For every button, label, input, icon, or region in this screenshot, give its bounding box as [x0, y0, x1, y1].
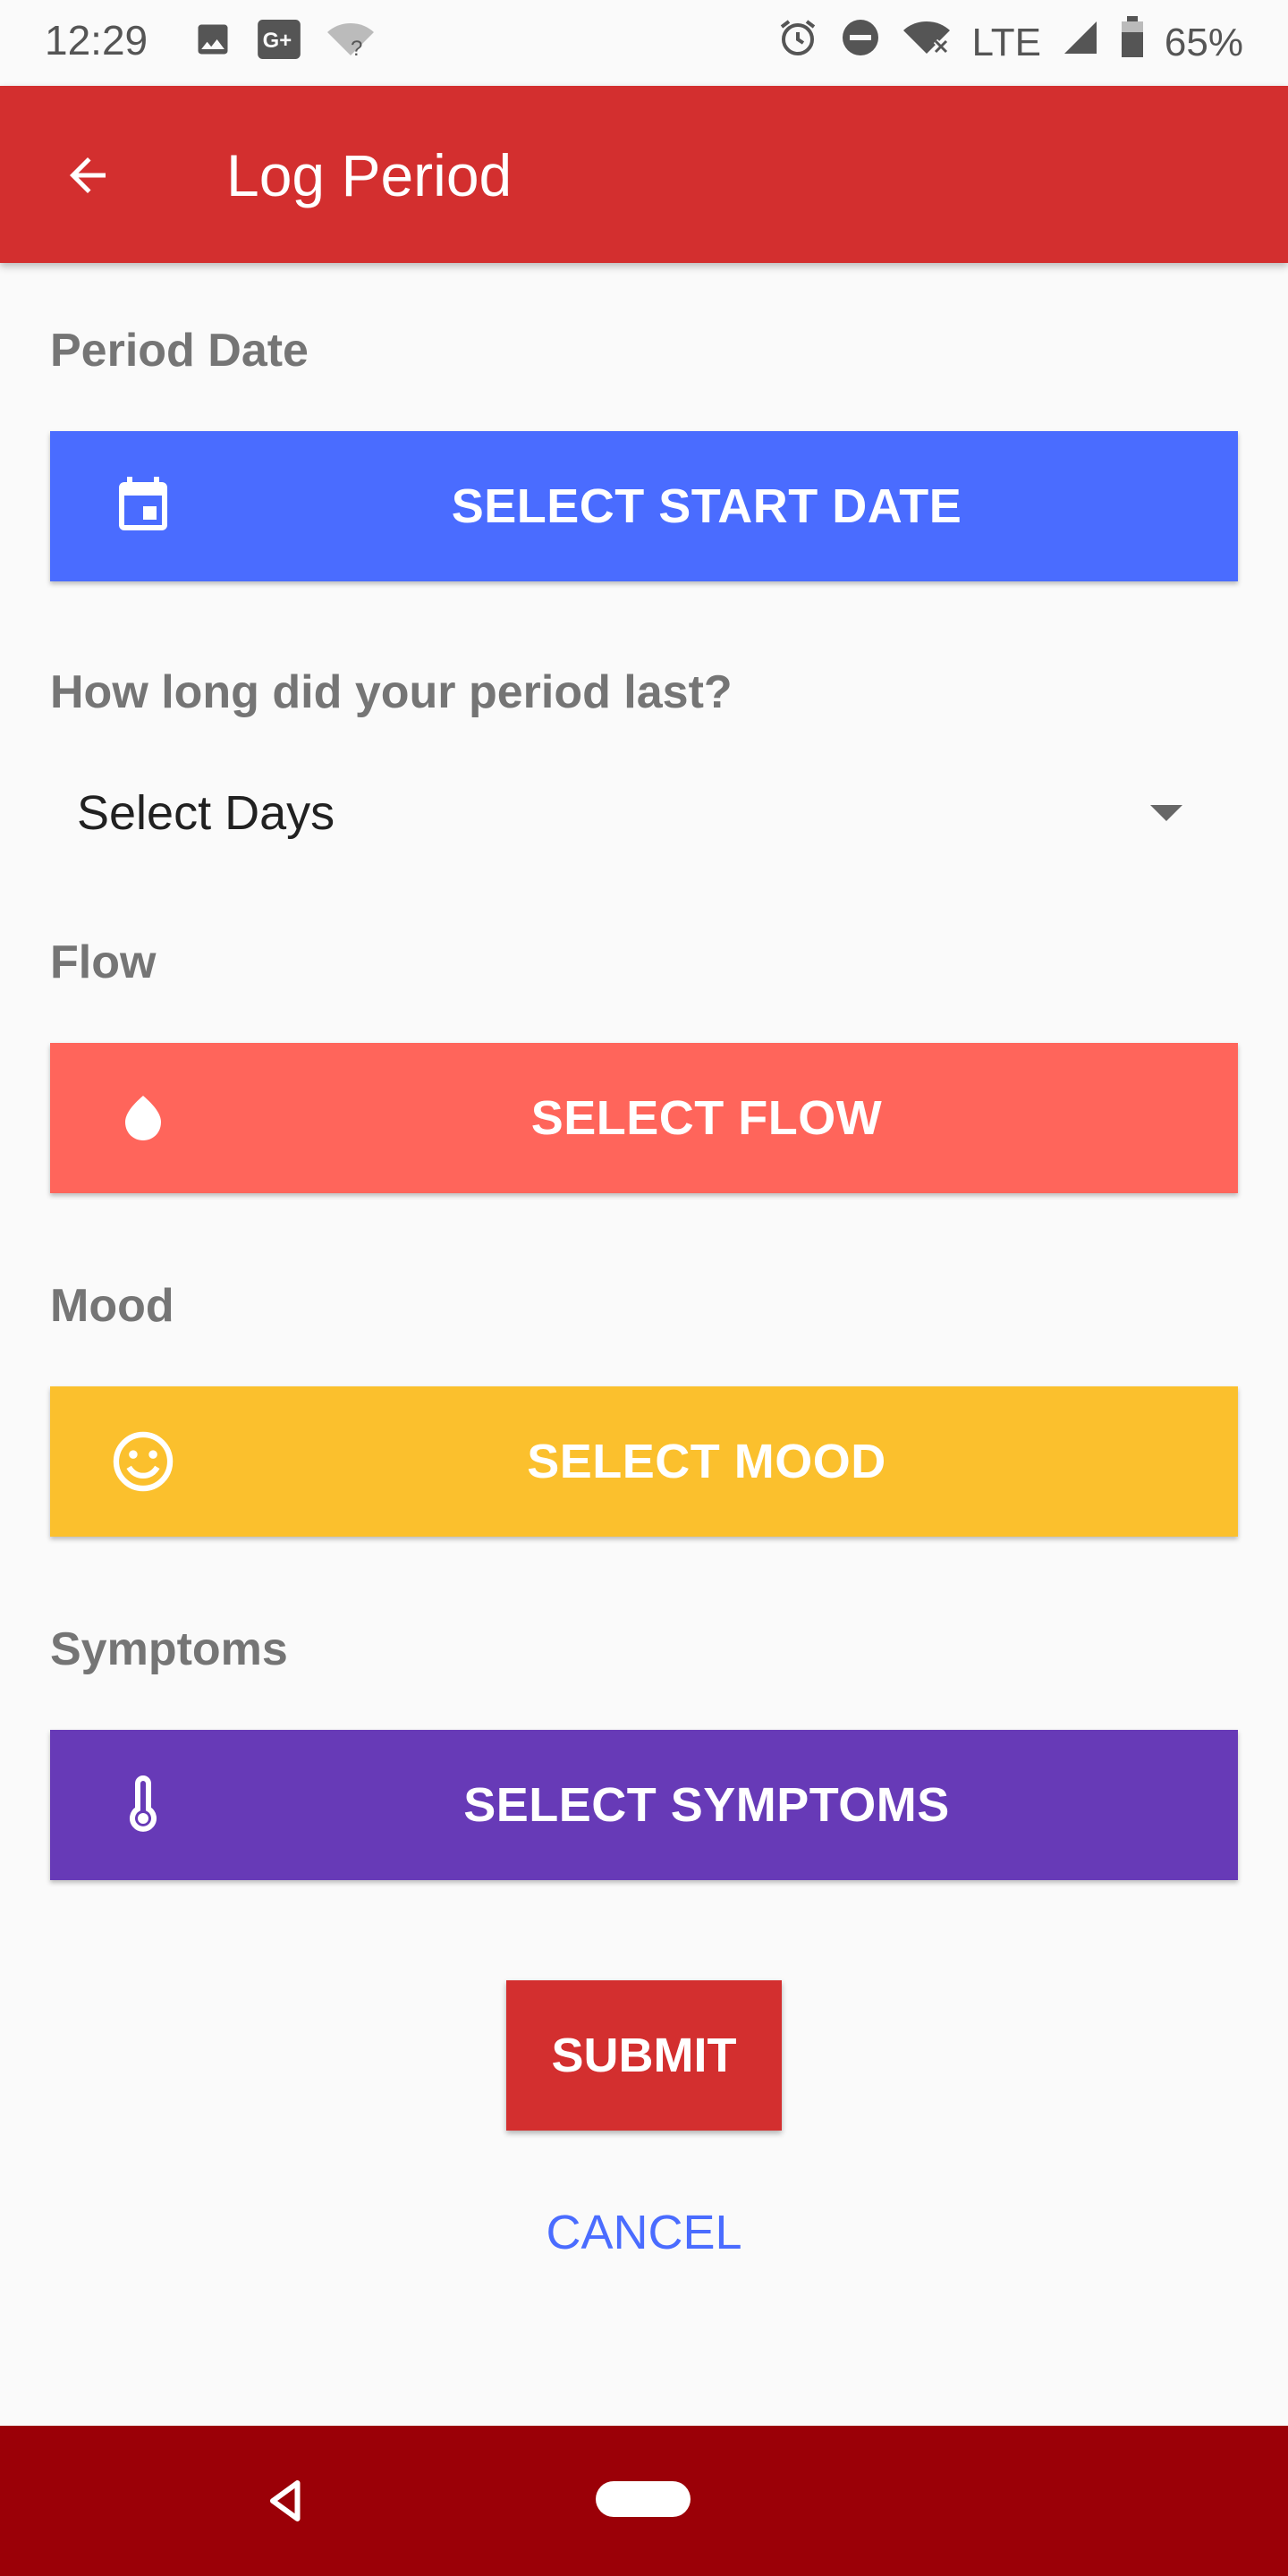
mood-label: Mood	[50, 1280, 174, 1332]
select-days-dropdown[interactable]: Select Days	[50, 769, 1238, 859]
cancel-button[interactable]: CANCEL	[465, 2197, 823, 2268]
wifi-off-icon	[902, 18, 952, 67]
system-navigation-bar	[0, 2426, 1288, 2576]
select-days-value: Select Days	[77, 786, 335, 840]
signal-icon	[1061, 18, 1100, 67]
duration-label: How long did your period last?	[50, 666, 733, 718]
battery-icon	[1120, 16, 1145, 69]
svg-text:?: ?	[351, 37, 362, 59]
period-date-label: Period Date	[50, 325, 309, 377]
status-time: 12:29	[45, 17, 148, 64]
wifi-unknown-icon: ?	[326, 20, 376, 64]
log-period-screen: 12:29 G+ ? LTE 65% Log Period Period Dat…	[0, 0, 1288, 2576]
select-symptoms-label: SELECT SYMPTOMS	[463, 1778, 950, 1832]
back-button[interactable]	[50, 138, 125, 213]
status-notification-icons: G+ ?	[193, 20, 376, 64]
thermometer-icon	[107, 1769, 179, 1841]
status-system-icons: LTE 65%	[776, 16, 1243, 69]
select-start-date-button[interactable]: SELECT START DATE	[50, 431, 1238, 581]
nav-back-icon[interactable]	[259, 2474, 313, 2528]
app-bar: Log Period	[0, 86, 1288, 263]
calendar-icon	[107, 470, 179, 542]
select-flow-label: SELECT FLOW	[530, 1091, 883, 1145]
network-type: LTE	[971, 20, 1041, 64]
image-icon	[193, 20, 233, 64]
select-mood-button[interactable]: SELECT MOOD	[50, 1386, 1238, 1537]
arrow-back-icon	[70, 157, 106, 193]
drop-icon	[107, 1082, 179, 1154]
select-flow-button[interactable]: SELECT FLOW	[50, 1043, 1238, 1193]
submit-button[interactable]: SUBMIT	[506, 1980, 782, 2131]
symptoms-label: Symptoms	[50, 1623, 288, 1675]
select-mood-label: SELECT MOOD	[527, 1435, 886, 1488]
google-plus-icon: G+	[258, 20, 301, 64]
do-not-disturb-icon	[839, 16, 882, 69]
select-start-date-label: SELECT START DATE	[451, 479, 962, 533]
battery-percent: 65%	[1164, 20, 1243, 64]
nav-home-pill[interactable]	[596, 2481, 691, 2517]
dropdown-arrow-icon	[1150, 805, 1182, 821]
select-symptoms-button[interactable]: SELECT SYMPTOMS	[50, 1730, 1238, 1880]
alarm-icon	[776, 16, 819, 69]
svg-text:G+: G+	[263, 29, 292, 53]
status-bar: 12:29 G+ ? LTE 65%	[0, 0, 1288, 86]
smiley-icon	[107, 1426, 179, 1497]
flow-label: Flow	[50, 936, 157, 988]
page-title: Log Period	[226, 142, 513, 208]
